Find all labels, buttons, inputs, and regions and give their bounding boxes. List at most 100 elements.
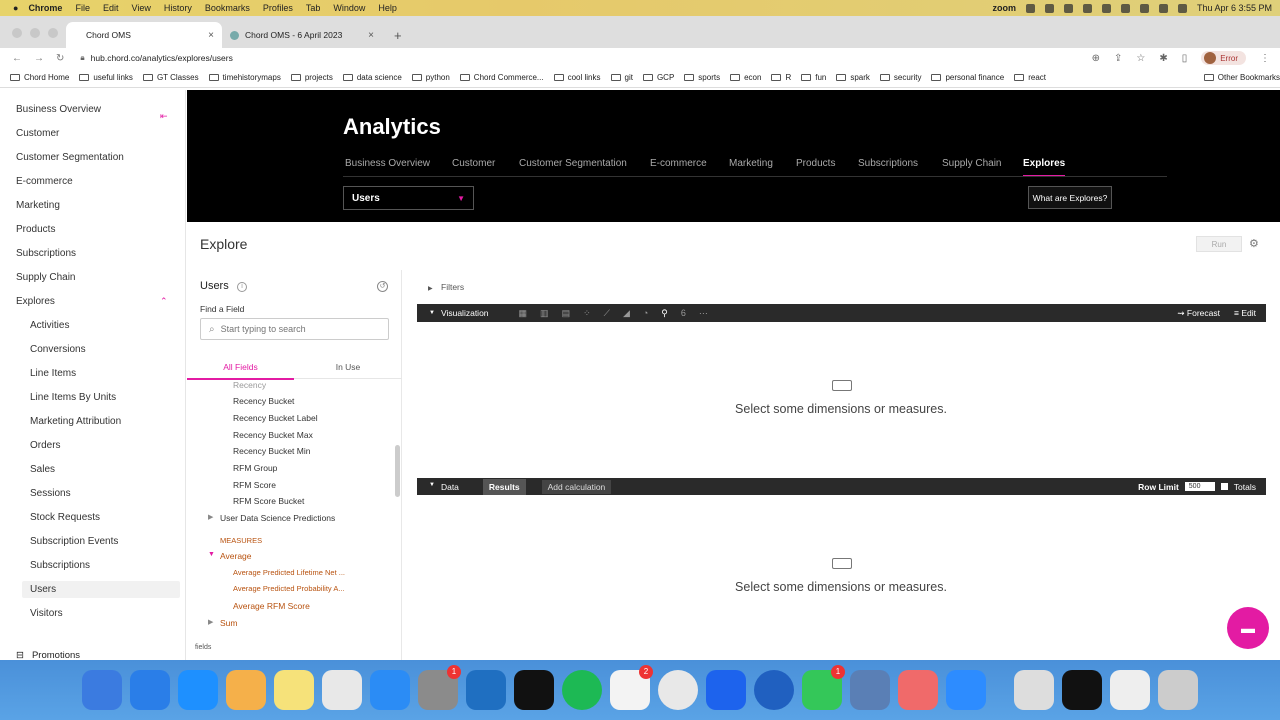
add-calculation-button[interactable]: Add calculation <box>541 479 612 494</box>
sidebar-subitem-conversions[interactable]: Conversions <box>30 344 86 355</box>
field-item-recency[interactable]: Recency <box>233 382 266 390</box>
info-icon[interactable]: i <box>237 282 247 292</box>
menu-tab[interactable]: Tab <box>306 3 321 13</box>
spotify-icon[interactable] <box>562 670 602 710</box>
bookmark-item[interactable]: projects <box>290 73 333 82</box>
menu-history[interactable]: History <box>164 3 192 13</box>
launchpad-icon[interactable] <box>130 670 170 710</box>
scatter-chart-icon[interactable]: ⁘ <box>583 308 591 319</box>
bookmark-item[interactable]: R <box>771 73 791 82</box>
window-close-icon[interactable] <box>12 28 22 38</box>
sidebar-item-supply-chain[interactable]: Supply Chain <box>16 272 75 283</box>
reload-icon[interactable]: ↻ <box>56 53 64 64</box>
sidebar-item-subscriptions[interactable]: Subscriptions <box>16 248 76 259</box>
sidebar-item-explores[interactable]: Explores <box>16 296 55 307</box>
nav-customer-segmentation[interactable]: Customer Segmentation <box>519 158 627 169</box>
nav-explores[interactable]: Explores <box>1023 158 1066 177</box>
area-chart-icon[interactable]: ◢ <box>623 308 630 319</box>
slack-icon[interactable]: 2 <box>610 665 653 710</box>
chevron-up-icon[interactable]: ⌃ <box>160 296 168 307</box>
status-icon[interactable] <box>1101 3 1111 13</box>
sidebar-item-marketing[interactable]: Marketing <box>16 200 60 211</box>
map-pin-icon[interactable]: ⚲ <box>661 308 668 319</box>
close-icon[interactable]: × <box>368 30 374 41</box>
field-group-average[interactable]: ▼ Average <box>208 551 252 561</box>
menu-help[interactable]: Help <box>378 3 397 13</box>
nav-marketing[interactable]: Marketing <box>729 158 773 169</box>
field-item-rfm-group[interactable]: RFM Group <box>233 463 277 473</box>
bookmark-item[interactable]: security <box>879 73 921 82</box>
sidebar-subitem-users[interactable]: Users <box>22 581 180 598</box>
bookmark-item[interactable]: GT Classes <box>142 73 199 82</box>
menu-view[interactable]: View <box>131 3 150 13</box>
bookmark-item[interactable]: timehistorymaps <box>208 73 281 82</box>
more-icon[interactable]: ⋮ <box>1260 53 1270 64</box>
chat-button[interactable]: ▬ <box>1227 607 1269 649</box>
sidebar-subitem-activities[interactable]: Activities <box>30 320 69 331</box>
chrome-icon[interactable] <box>658 670 698 710</box>
field-item-recency-bucket-min[interactable]: Recency Bucket Min <box>233 446 310 456</box>
finder-icon[interactable] <box>82 670 122 710</box>
filters-toggle[interactable]: ▶ Filters <box>428 282 464 292</box>
menu-profiles[interactable]: Profiles <box>263 3 293 13</box>
extensions-icon[interactable]: ✱ <box>1159 53 1167 64</box>
share-icon[interactable]: ⇪ <box>1114 53 1122 64</box>
messages-icon[interactable]: 1 <box>802 665 845 710</box>
collapse-sidebar-icon[interactable]: ⇤ <box>160 111 168 122</box>
sidepanel-icon[interactable]: ▯ <box>1182 53 1188 64</box>
bookmark-item[interactable]: fun <box>801 73 826 82</box>
photos-icon[interactable] <box>226 670 266 710</box>
nav-products[interactable]: Products <box>796 158 835 169</box>
sidebar-subitem-visitors[interactable]: Visitors <box>30 608 63 619</box>
sidebar-item-business-overview[interactable]: Business Overview <box>16 104 101 115</box>
profile-error-button[interactable]: Error <box>1201 51 1246 65</box>
bookmark-item[interactable]: Chord Commerce... <box>459 73 544 82</box>
bookmark-item[interactable]: personal finance <box>931 73 1004 82</box>
folder-icon[interactable] <box>1014 670 1054 710</box>
line-chart-icon[interactable]: ⟋ <box>604 308 610 319</box>
field-item-recency-bucket[interactable]: Recency Bucket <box>233 396 294 406</box>
data-toggle[interactable]: ▼ Data <box>429 482 459 492</box>
bookmark-item[interactable]: Chord Home <box>10 73 69 82</box>
run-button[interactable]: Run <box>1196 236 1242 252</box>
tab-in-use[interactable]: In Use <box>294 362 402 379</box>
field-item-recency-bucket-label[interactable]: Recency Bucket Label <box>233 413 318 423</box>
single-value-icon[interactable]: 6 <box>681 308 686 319</box>
status-icon[interactable] <box>1044 3 1054 13</box>
field-group-predictions[interactable]: ▶ User Data Science Predictions <box>208 513 335 523</box>
sidebar-item-customer-segmentation[interactable]: Customer Segmentation <box>16 152 124 163</box>
sidebar-subitem-stock-requests[interactable]: Stock Requests <box>30 512 100 523</box>
field-list-scrollbar[interactable] <box>395 445 400 497</box>
sidebar-subitem-sessions[interactable]: Sessions <box>30 488 71 499</box>
bookmark-item[interactable]: useful links <box>79 73 133 82</box>
field-item-avg-predicted-probability[interactable]: Average Predicted Probability A... <box>233 584 345 593</box>
edit-button[interactable]: ≡ Edit <box>1234 308 1256 319</box>
address-bar[interactable]: hub.chord.co/analytics/explores/users <box>91 53 233 63</box>
menu-file[interactable]: File <box>75 3 90 13</box>
menu-edit[interactable]: Edit <box>103 3 119 13</box>
bookmark-item[interactable]: python <box>411 73 450 82</box>
zoom-status-label[interactable]: zoom <box>992 3 1016 13</box>
tab-all-fields[interactable]: All Fields <box>187 362 294 380</box>
row-limit-input[interactable]: 500 <box>1184 482 1215 491</box>
r-icon[interactable] <box>850 670 890 710</box>
bookmark-item[interactable]: econ <box>730 73 761 82</box>
bookmark-item[interactable]: git <box>610 73 633 82</box>
field-item-recency-bucket-max[interactable]: Recency Bucket Max <box>233 430 313 440</box>
menu-bookmarks[interactable]: Bookmarks <box>205 3 250 13</box>
field-item-rfm-score[interactable]: RFM Score <box>233 480 276 490</box>
status-icon[interactable] <box>1082 3 1092 13</box>
install-icon[interactable]: ⊕ <box>1092 53 1100 64</box>
status-icon[interactable] <box>1120 3 1130 13</box>
lock-icon[interactable]: 🔒︎ <box>80 53 84 63</box>
safari-icon[interactable] <box>178 670 218 710</box>
status-icon[interactable] <box>1025 3 1035 13</box>
field-item-avg-predicted-ltv[interactable]: Average Predicted Lifetime Net ... <box>233 568 345 577</box>
vscode-icon[interactable] <box>466 670 506 710</box>
sidebar-subitem-line-items-by-units[interactable]: Line Items By Units <box>30 392 116 403</box>
menu-window[interactable]: Window <box>333 3 365 13</box>
field-search[interactable]: ⌕ <box>200 318 389 340</box>
more-icon[interactable]: ⋯ <box>699 308 708 319</box>
window-minimize-icon[interactable] <box>30 28 40 38</box>
app-store-icon[interactable] <box>370 670 410 710</box>
